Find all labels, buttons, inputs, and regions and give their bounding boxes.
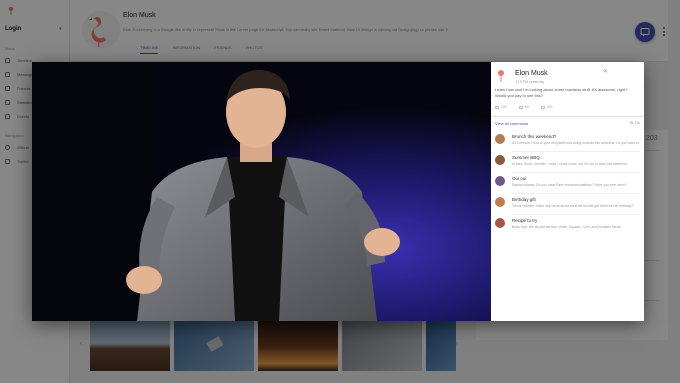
comment-snippet: to Alex, Scott, Jennifer: I wish I could…: [512, 162, 628, 166]
comment-item[interactable]: Recipe to try Brian Holt: We should eat …: [495, 218, 640, 236]
divider: [491, 116, 644, 117]
avatar: [495, 218, 505, 228]
like-button[interactable]: 109: [495, 105, 507, 109]
post-author[interactable]: Elon Musk: [515, 70, 548, 77]
comment-snippet: Trevor Hansen: Have any ideas about what…: [512, 204, 634, 208]
comment-snippet: Ali Connors: I'll be in your neighborhoo…: [512, 141, 640, 145]
comment-snippet: Sandra Adams: Do you have Paris recommen…: [512, 183, 627, 187]
divider: [512, 172, 640, 173]
divider: [512, 151, 640, 152]
avatar: [495, 134, 505, 144]
divider: [512, 193, 640, 194]
comment-count: 5k 12k: [629, 121, 640, 125]
heart-icon: [495, 105, 499, 109]
post-actions: 109 64 402: [495, 105, 553, 109]
flamingo-avatar-icon: [498, 70, 504, 82]
comment-title: Summer BBQ: [512, 155, 540, 160]
comment-item[interactable]: Oui oui Sandra Adams: Do you have Paris …: [495, 176, 640, 194]
divider: [512, 214, 640, 215]
avatar: [495, 197, 505, 207]
avatar: [495, 155, 505, 165]
speaker-photo-image: [32, 62, 491, 321]
comment-item[interactable]: Brunch this weekend? Ali Connors: I'll b…: [495, 134, 640, 152]
comment-title: Oui oui: [512, 176, 527, 181]
post-header: Elon Musk 4:15 PM yesterday: [495, 68, 640, 88]
comment-title: Brunch this weekend?: [512, 134, 557, 139]
avatar: [495, 176, 505, 186]
post-text: Learn how cool I'm looking about some bu…: [495, 87, 628, 98]
comment-title: Recipe to try: [512, 218, 538, 223]
post-timestamp: 4:15 PM yesterday: [515, 80, 545, 84]
share-button[interactable]: 402: [540, 105, 553, 109]
view-all-comments-link[interactable]: View all comments: [495, 121, 528, 126]
comment-snippet: Brian Holt: We should eat this: Grate, S…: [512, 225, 622, 229]
photo-lightbox: Elon Musk 4:15 PM yesterday Learn how co…: [32, 62, 644, 321]
comment-button[interactable]: 64: [518, 105, 529, 109]
comment-item[interactable]: Birthday gift Trevor Hansen: Have any id…: [495, 197, 640, 215]
close-icon[interactable]: ✕: [603, 68, 608, 75]
lightbox-sidepanel: Elon Musk 4:15 PM yesterday Learn how co…: [491, 62, 644, 321]
lightbox-photo: [32, 62, 491, 321]
comment-title: Birthday gift: [512, 197, 536, 202]
share-icon: [540, 105, 545, 109]
comment-item[interactable]: Summer BBQ to Alex, Scott, Jennifer: I w…: [495, 155, 640, 173]
comment-icon: [518, 105, 523, 109]
